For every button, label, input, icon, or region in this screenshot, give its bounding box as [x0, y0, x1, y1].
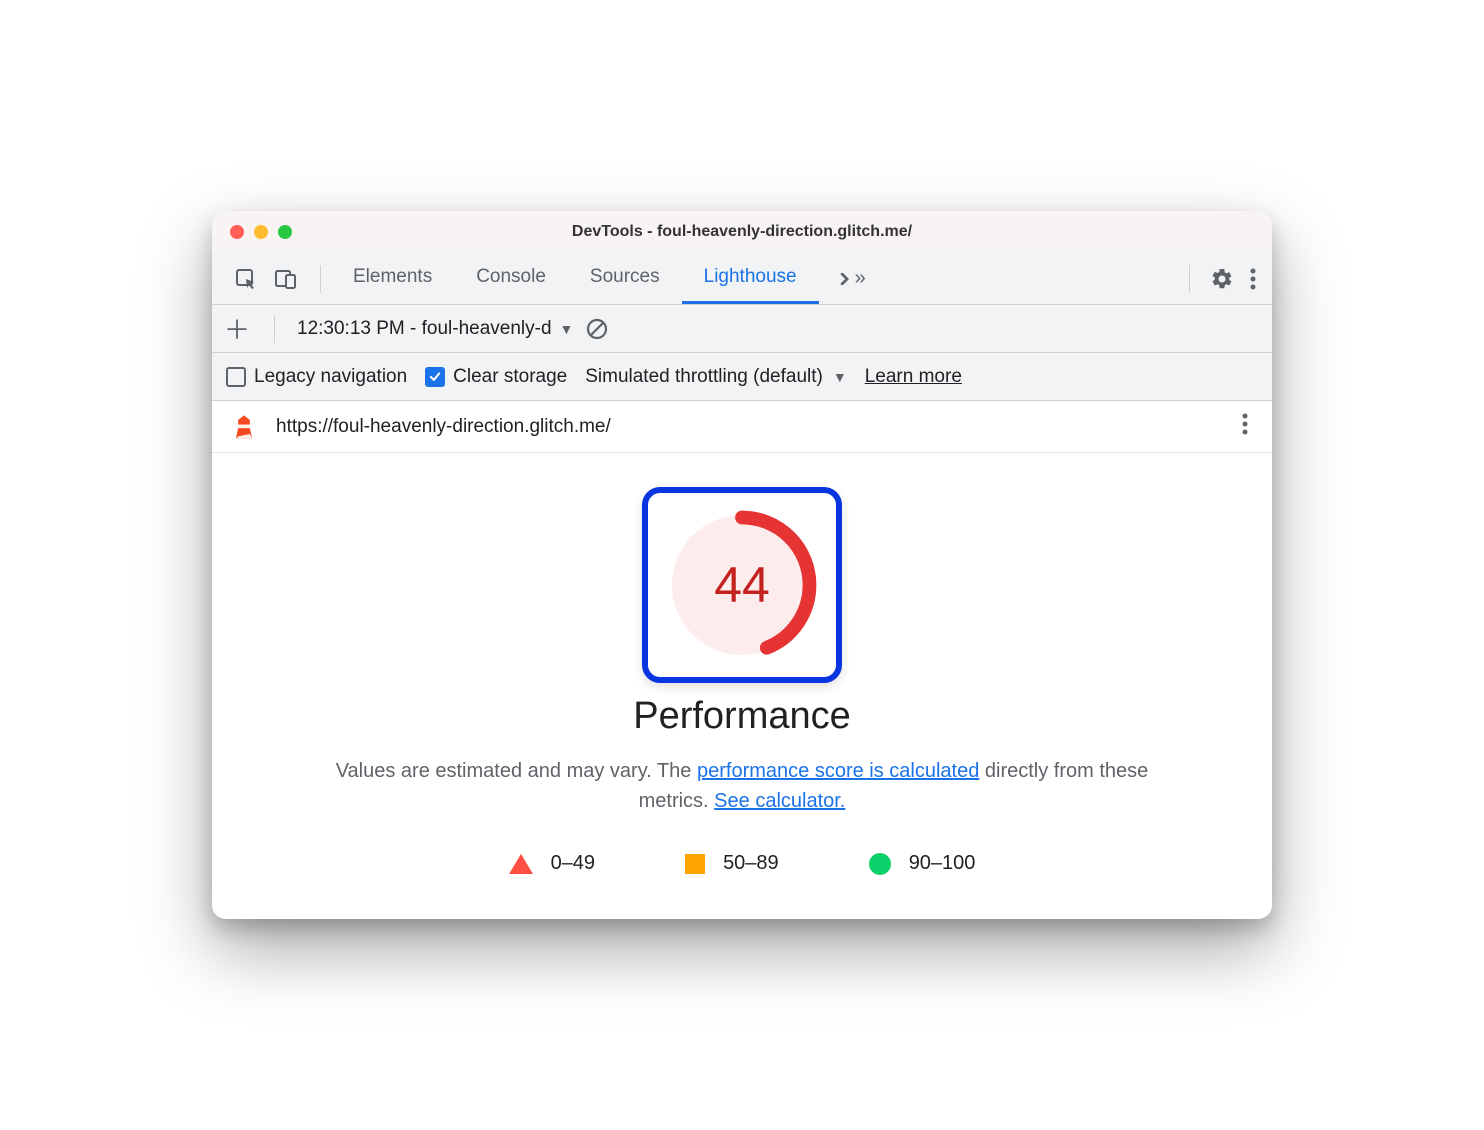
- divider: [320, 265, 321, 293]
- clear-storage-checkbox[interactable]: Clear storage: [425, 366, 567, 388]
- report-url: https://foul-heavenly-direction.glitch.m…: [276, 416, 1218, 438]
- circle-icon: [869, 853, 891, 875]
- chevron-down-icon: ▼: [560, 321, 574, 337]
- legacy-navigation-checkbox[interactable]: Legacy navigation: [226, 366, 407, 388]
- square-icon: [685, 854, 705, 874]
- see-calculator-link[interactable]: See calculator.: [714, 790, 845, 812]
- throttling-select[interactable]: Simulated throttling (default) ▼: [585, 366, 846, 388]
- legend-fail: 0–49: [509, 852, 596, 875]
- new-report-button[interactable]: ＋: [222, 314, 252, 344]
- throttling-label: Simulated throttling (default): [585, 366, 823, 388]
- desc-text: Values are estimated and may vary. The: [336, 760, 697, 782]
- triangle-icon: [509, 854, 533, 874]
- lighthouse-toolbar: ＋ 12:30:13 PM - foul-heavenly-d ▼: [212, 305, 1272, 353]
- performance-gauge: 44: [667, 510, 817, 660]
- lighthouse-logo-icon: [230, 413, 258, 441]
- score-legend: 0–49 50–89 90–100: [232, 852, 1252, 875]
- close-window-button[interactable]: [230, 225, 244, 239]
- settings-icon[interactable]: [1210, 267, 1234, 291]
- performance-score: 44: [667, 510, 817, 660]
- more-tabs-button[interactable]: »: [819, 253, 882, 304]
- minimize-window-button[interactable]: [254, 225, 268, 239]
- tab-console[interactable]: Console: [454, 253, 568, 304]
- more-options-icon[interactable]: [1244, 268, 1262, 290]
- title-bar: DevTools - foul-heavenly-direction.glitc…: [212, 211, 1272, 253]
- device-toolbar-icon[interactable]: [274, 267, 298, 291]
- tab-sources[interactable]: Sources: [568, 253, 682, 304]
- score-gauge-highlight: 44: [642, 487, 842, 683]
- divider: [274, 315, 275, 343]
- legacy-navigation-label: Legacy navigation: [254, 366, 407, 388]
- lighthouse-report: 44 Performance Values are estimated and …: [212, 453, 1272, 919]
- report-header: https://foul-heavenly-direction.glitch.m…: [212, 401, 1272, 453]
- report-select-label: 12:30:13 PM - foul-heavenly-d: [297, 318, 552, 340]
- category-title: Performance: [232, 695, 1252, 738]
- tab-lighthouse[interactable]: Lighthouse: [682, 253, 819, 304]
- report-select[interactable]: 12:30:13 PM - foul-heavenly-d ▼: [297, 318, 573, 340]
- legend-average-label: 50–89: [723, 852, 779, 875]
- report-menu-icon[interactable]: [1236, 407, 1254, 446]
- score-calc-link[interactable]: performance score is calculated: [697, 760, 979, 782]
- lighthouse-settings-bar: Legacy navigation Clear storage Simulate…: [212, 353, 1272, 401]
- legend-average: 50–89: [685, 852, 779, 875]
- inspect-element-icon[interactable]: [234, 267, 258, 291]
- legend-pass-label: 90–100: [909, 852, 976, 875]
- chevron-down-icon: ▼: [833, 369, 847, 385]
- clear-storage-label: Clear storage: [453, 366, 567, 388]
- window-title: DevTools - foul-heavenly-direction.glitc…: [212, 223, 1272, 241]
- clear-all-icon[interactable]: [585, 317, 609, 341]
- legend-fail-label: 0–49: [551, 852, 596, 875]
- legend-pass: 90–100: [869, 852, 976, 875]
- devtools-window: DevTools - foul-heavenly-direction.glitc…: [212, 211, 1272, 919]
- traffic-lights: [212, 225, 292, 239]
- score-description: Values are estimated and may vary. The p…: [332, 756, 1152, 816]
- divider: [1189, 265, 1190, 293]
- panel-tab-list: Elements Console Sources Lighthouse »: [331, 253, 882, 304]
- zoom-window-button[interactable]: [278, 225, 292, 239]
- panel-tabs-row: Elements Console Sources Lighthouse »: [212, 253, 1272, 305]
- tab-elements[interactable]: Elements: [331, 253, 454, 304]
- learn-more-link[interactable]: Learn more: [865, 366, 962, 388]
